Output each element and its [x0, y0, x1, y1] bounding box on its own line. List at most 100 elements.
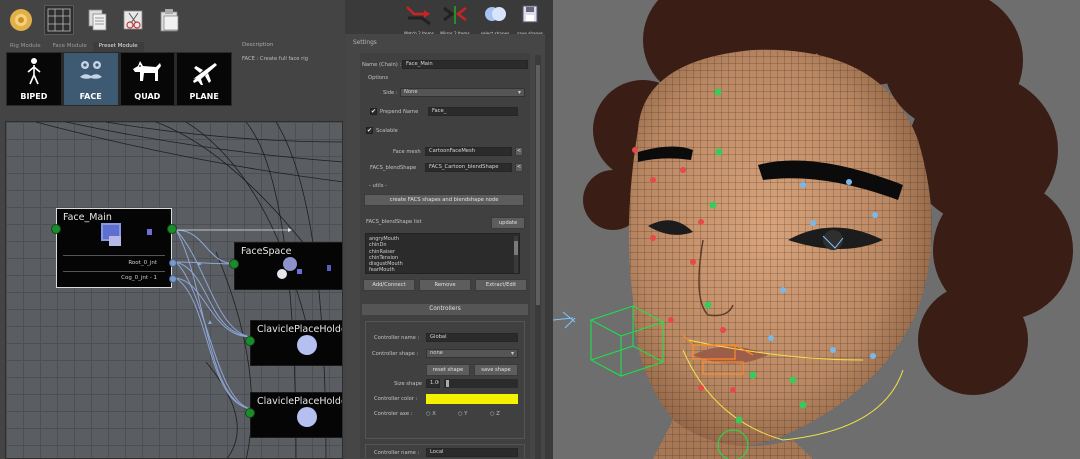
- tab-preset-module[interactable]: Preset Module: [92, 42, 144, 52]
- slider-handle[interactable]: [446, 380, 449, 387]
- preset-face[interactable]: FACE: [63, 53, 118, 105]
- node-port-label: Root_0_jnt: [128, 260, 157, 266]
- grid-icon[interactable]: [44, 5, 74, 35]
- preset-label: QUAD: [134, 92, 161, 101]
- extract-edit-button[interactable]: Extract/Edit: [475, 279, 527, 291]
- select-shapes-button[interactable]: select shapes: [478, 4, 512, 36]
- prepend-label: Prepend Name: [380, 109, 419, 115]
- blendshape-list[interactable]: angryMouth chinDn chinRaiser chinTension…: [365, 233, 520, 274]
- axis-y-label: Y: [464, 411, 468, 417]
- match-items-button[interactable]: Match 2 Items: [402, 4, 436, 36]
- node-thumb-icon: [109, 236, 121, 246]
- save-shapes-button[interactable]: save shapes: [513, 4, 547, 36]
- top-actions: Match 2 Items Mirror 2 Items select shap…: [400, 4, 550, 36]
- size-shape-label: Size shape: [394, 381, 422, 387]
- add-connect-button[interactable]: Add/Connect: [363, 279, 415, 291]
- controller-shape-dropdown[interactable]: none: [426, 349, 518, 358]
- paste-icon[interactable]: [154, 5, 184, 35]
- node-input-port[interactable]: [51, 224, 61, 234]
- side-dropdown[interactable]: None: [400, 88, 525, 97]
- node-title: FaceSpace: [241, 246, 292, 257]
- copy-icon[interactable]: [82, 5, 112, 35]
- axis-x-label: X: [432, 411, 436, 417]
- node-clavicle-placeholder-2[interactable]: ClaviclePlaceHolde: [250, 392, 343, 438]
- save-shapes-icon: [522, 5, 538, 23]
- node-thumb-icon: [283, 257, 297, 271]
- face-mesh-pick-button[interactable]: <: [515, 147, 523, 156]
- controller-shape-label: Controller shape :: [372, 351, 419, 357]
- name-label: Name (Chain) :: [362, 62, 402, 68]
- node-output-port[interactable]: [169, 275, 177, 283]
- save-shape-button[interactable]: save shape: [474, 364, 518, 376]
- node-port-label: Cog_0_jnt - 1: [121, 275, 157, 281]
- preset-quad[interactable]: QUAD: [120, 53, 175, 105]
- name-field[interactable]: Face_Main: [402, 60, 528, 69]
- preset-plane[interactable]: PLANE: [177, 53, 231, 105]
- node-marker-icon: [147, 229, 152, 235]
- node-graph[interactable]: Face_Main Root_0_jnt Cog_0_jnt - 1 FaceS…: [5, 121, 343, 459]
- left-panel: Rig Module Face Module Preset Module BIP…: [0, 0, 345, 459]
- node-title: ClaviclePlaceHolde: [257, 396, 343, 407]
- controller-name-field[interactable]: Global: [426, 333, 518, 342]
- node-input-port[interactable]: [245, 408, 255, 418]
- controller-color-label: Controller color :: [374, 396, 418, 402]
- quad-icon: [133, 61, 162, 81]
- options-label: Options: [368, 75, 389, 81]
- sun-icon[interactable]: [6, 5, 36, 35]
- match-icon: [406, 6, 431, 26]
- node-clavicle-placeholder-1[interactable]: ClaviclePlaceHolde: [250, 320, 343, 366]
- character-render: [553, 0, 1073, 459]
- preset-label: BIPED: [20, 92, 48, 101]
- controller-name-field[interactable]: Local: [426, 448, 518, 457]
- viewport-3d[interactable]: [553, 0, 1080, 459]
- list-item[interactable]: fearMouth: [369, 267, 516, 273]
- scalable-checkbox[interactable]: ✔: [366, 127, 373, 134]
- reset-shape-button[interactable]: reset shape: [426, 364, 470, 376]
- facs-field[interactable]: FACS_Cartoon_blendShape: [425, 163, 512, 172]
- update-button[interactable]: update: [491, 217, 525, 229]
- prepend-checkbox[interactable]: ✔: [370, 108, 377, 115]
- select-shapes-icon: [485, 7, 506, 21]
- axis-z-radio[interactable]: ○ Z: [490, 411, 500, 417]
- controller-name-label: Controller name :: [374, 335, 420, 341]
- controller-color-swatch[interactable]: [426, 394, 518, 404]
- node-thumb-icon: [297, 407, 317, 427]
- list-scrollbar[interactable]: [514, 236, 518, 273]
- blend-list-label: FACS_blendShape list: [366, 219, 422, 225]
- remove-button[interactable]: Remove: [419, 279, 471, 291]
- facs-pick-button[interactable]: <: [515, 163, 523, 172]
- mirror-icon[interactable]: [118, 5, 148, 35]
- node-output-port[interactable]: [169, 259, 177, 267]
- app-window: Rig Module Face Module Preset Module BIP…: [0, 0, 1080, 459]
- tab-rig-module[interactable]: Rig Module: [4, 42, 47, 52]
- settings-title: Settings: [353, 40, 377, 46]
- node-face-main[interactable]: Face_Main Root_0_jnt Cog_0_jnt - 1: [56, 208, 172, 288]
- tab-face-module[interactable]: Face Module: [47, 42, 93, 52]
- node-title: ClaviclePlaceHolde: [257, 324, 343, 335]
- controller-axis-label: Controler axe :: [374, 411, 413, 417]
- node-input-port[interactable]: [245, 336, 255, 346]
- preset-biped[interactable]: BIPED: [7, 53, 61, 105]
- mirror-items-button[interactable]: Mirror 2 Items: [438, 4, 472, 36]
- node-input-port[interactable]: [229, 259, 239, 269]
- node-marker-icon: [297, 269, 302, 274]
- node-title: Face_Main: [63, 212, 112, 223]
- axis-x-radio[interactable]: ○ X: [426, 411, 436, 417]
- size-shape-field[interactable]: 1.00: [426, 379, 440, 388]
- controllers-section[interactable]: Controllers: [362, 304, 528, 315]
- size-shape-slider[interactable]: [444, 379, 518, 388]
- utils-label: - utils -: [369, 183, 387, 189]
- node-thumb-icon: [277, 269, 287, 279]
- create-facs-button[interactable]: create FACS shapes and blendshape node: [364, 194, 524, 206]
- settings-scrollbar[interactable]: [535, 55, 541, 459]
- side-label: Side :: [383, 90, 398, 96]
- description-title: Description: [242, 42, 274, 48]
- face-mesh-field[interactable]: CartoonFaceMesh: [425, 147, 512, 156]
- toolbar: [0, 0, 345, 40]
- node-output-port[interactable]: [167, 224, 177, 234]
- axis-y-radio[interactable]: ○ Y: [458, 411, 467, 417]
- facs-label: FACS_blendShape: [370, 165, 417, 171]
- node-facespace[interactable]: FaceSpace: [234, 242, 342, 290]
- prepend-field[interactable]: Face_: [428, 107, 518, 116]
- preset-label: FACE: [79, 92, 102, 101]
